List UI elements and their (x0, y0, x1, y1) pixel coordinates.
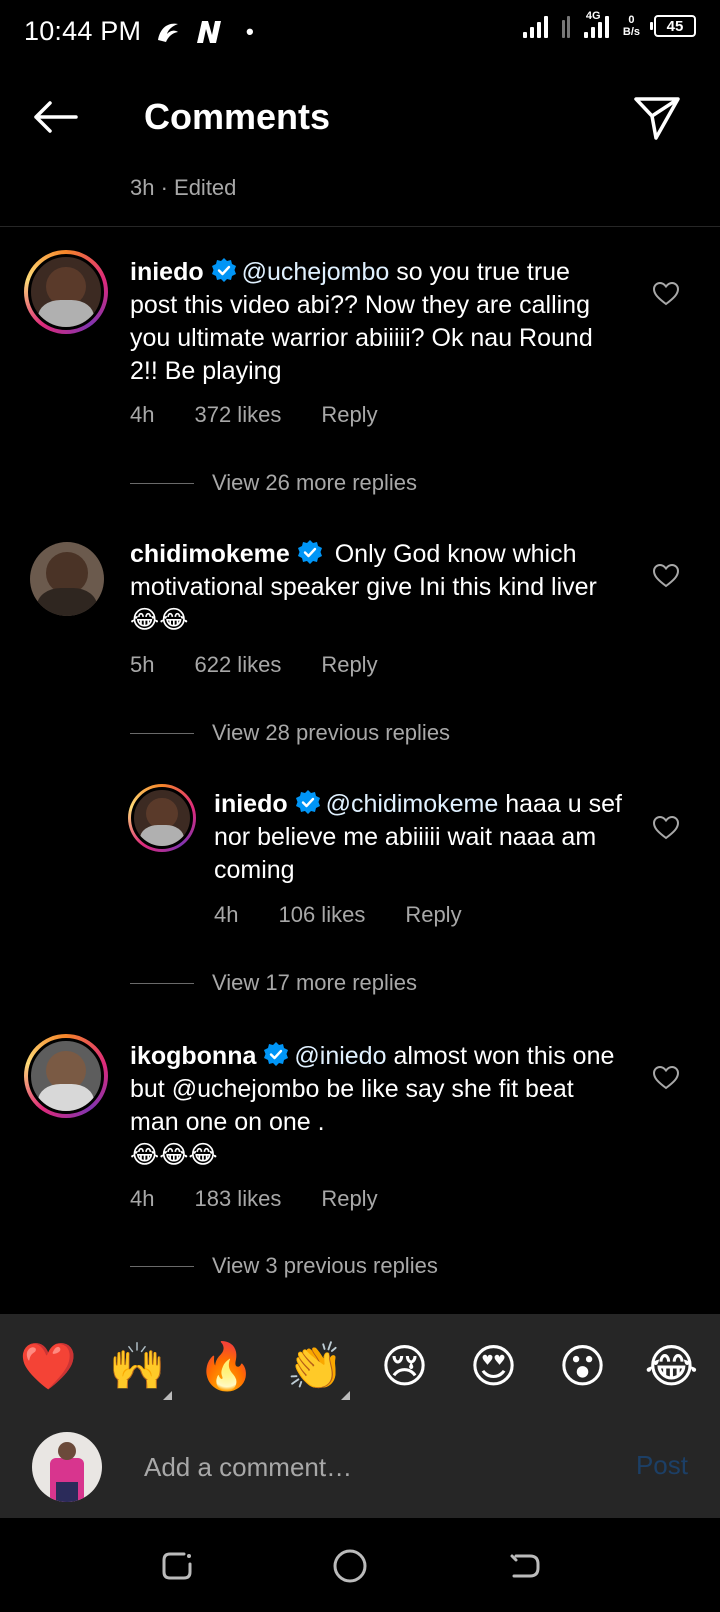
like-heart-icon[interactable] (652, 280, 680, 308)
emoji-quick-bar: ❤️ 🙌 🔥 👏 😢 😍 😮 😂 (0, 1314, 720, 1418)
like-heart-icon[interactable] (652, 814, 680, 842)
emoji-laughing[interactable]: 😂 (632, 1339, 712, 1393)
comment-text: chidimokeme Only God know which motivati… (130, 540, 597, 634)
comment-likes[interactable]: 183 likes (194, 1186, 281, 1212)
comment-input[interactable] (144, 1444, 584, 1490)
avatar[interactable] (30, 542, 104, 616)
comment-input-bar: Post (0, 1418, 720, 1518)
emoji-fire[interactable]: 🔥 (187, 1339, 267, 1394)
view-replies-button[interactable]: View 26 more replies (130, 470, 417, 496)
emoji-heart-eyes[interactable]: 😍 (454, 1339, 534, 1393)
emoji-raised-hands[interactable]: 🙌 (98, 1339, 178, 1400)
back-arrow-icon[interactable] (30, 92, 80, 142)
reply-button[interactable]: Reply (405, 902, 461, 928)
comment-mention[interactable]: @uchejombo (242, 258, 390, 286)
post-meta: 3h · Edited (130, 175, 237, 200)
comment-text: iniedo @chidimokeme haaa u sef nor believ… (214, 790, 622, 884)
system-nav-bar (0, 1518, 720, 1612)
header: Comments (0, 66, 720, 174)
avatar[interactable] (128, 784, 196, 852)
divider (0, 226, 720, 227)
recent-apps-icon[interactable] (158, 1546, 198, 1586)
verified-badge-icon (295, 790, 320, 814)
emoji-crying[interactable]: 😢 (365, 1339, 445, 1393)
comment-time: 4h (130, 402, 155, 427)
news-notification-icon (194, 18, 224, 46)
comment-meta: 4h 372 likes Reply (130, 402, 378, 428)
avatar[interactable] (24, 1034, 108, 1118)
current-user-avatar (32, 1432, 102, 1502)
emoji-heart[interactable]: ❤️ (9, 1339, 89, 1394)
dot-icon: • (246, 19, 254, 44)
reply-button[interactable]: Reply (321, 1186, 377, 1212)
signal-icon (522, 14, 548, 38)
view-replies-button[interactable]: View 17 more replies (130, 970, 417, 996)
comment-username[interactable]: ikogbonna (130, 1042, 256, 1070)
comment-likes[interactable]: 106 likes (278, 902, 365, 928)
network-speed: 0 B/s (622, 14, 640, 38)
emoji-surprised[interactable]: 😮 (543, 1339, 623, 1393)
avatar[interactable] (24, 250, 108, 334)
comment-time: 5h (130, 652, 155, 677)
verified-badge-icon (297, 540, 322, 564)
emoji-clap[interactable]: 👏 (276, 1339, 356, 1400)
comment-meta: 5h 622 likes Reply (130, 652, 378, 678)
verified-badge-icon (211, 258, 236, 282)
status-time: 10:44 PM (24, 16, 142, 46)
page-title: Comments (144, 96, 331, 137)
verified-badge-icon (264, 1042, 289, 1066)
view-replies-button[interactable]: View 28 previous replies (130, 720, 450, 746)
comment-likes[interactable]: 372 likes (194, 402, 281, 428)
comment-username[interactable]: iniedo (130, 258, 204, 286)
status-bar: 10:44 PM • 4G 0 B/s 45 (0, 0, 720, 66)
like-heart-icon[interactable] (652, 1064, 680, 1092)
comment-time: 4h (130, 1186, 155, 1211)
comment-likes[interactable]: 622 likes (194, 652, 281, 678)
comment-mention[interactable]: @iniedo (294, 1042, 386, 1070)
signal-4g-icon: 4G (583, 10, 609, 38)
comment-text: ikogbonna @iniedo almost won this one but… (130, 1042, 615, 1169)
comment-meta: 4h 183 likes Reply (130, 1186, 378, 1212)
reply-button[interactable]: Reply (321, 402, 377, 428)
like-heart-icon[interactable] (652, 562, 680, 590)
back-nav-icon[interactable] (504, 1546, 544, 1586)
post-button[interactable]: Post (636, 1450, 688, 1481)
comment-time: 4h (214, 902, 239, 927)
battery-icon: 45 (650, 15, 696, 37)
comment-mention[interactable]: @chidimokeme (326, 790, 499, 818)
send-icon[interactable] (632, 92, 682, 142)
data-transfer-icon (561, 14, 570, 38)
app-notification-icon (154, 18, 182, 46)
home-icon[interactable] (330, 1546, 370, 1586)
comment-meta: 4h 106 likes Reply (214, 902, 462, 928)
comment-text: iniedo @uchejombo so you true true post t… (130, 258, 593, 385)
comment-username[interactable]: chidimokeme (130, 540, 290, 568)
view-replies-button[interactable]: View 3 previous replies (130, 1253, 438, 1279)
reply-button[interactable]: Reply (321, 652, 377, 678)
comment-username[interactable]: iniedo (214, 790, 288, 818)
